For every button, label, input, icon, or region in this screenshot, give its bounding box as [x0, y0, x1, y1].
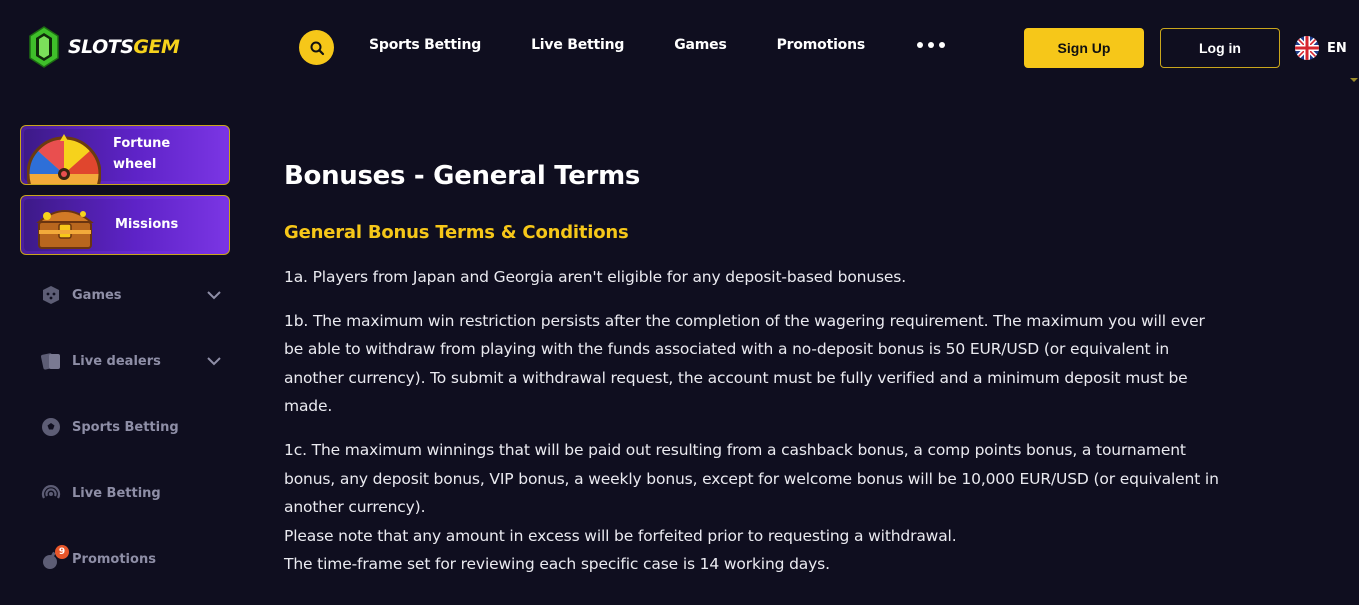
- fortune-wheel-icon: [27, 134, 101, 184]
- terms-paragraph-1b: 1b. The maximum win restriction persists…: [284, 311, 1205, 416]
- terms-paragraph-1a: 1a. Players from Japan and Georgia aren'…: [284, 268, 907, 286]
- uk-flag-icon: [1295, 36, 1319, 60]
- logo-text: SLOTSGEM: [68, 36, 180, 58]
- treasure-chest-icon: [36, 210, 94, 249]
- search-button[interactable]: [299, 30, 334, 65]
- sidebar-item-promotions[interactable]: 9 Promotions: [40, 544, 230, 574]
- page-title: Bonuses - General Terms: [284, 161, 641, 191]
- sidebar-item-games[interactable]: Games: [40, 280, 230, 310]
- scroll-up-arrow-icon[interactable]: [1350, 78, 1358, 82]
- terms-paragraph-1c: 1c. The maximum winnings that will be pa…: [284, 436, 1224, 579]
- nav-live-betting[interactable]: Live Betting: [531, 37, 624, 53]
- sidebar-item-live-betting[interactable]: Live Betting: [40, 478, 230, 508]
- soccer-ball-icon: [40, 416, 62, 438]
- site-logo[interactable]: SLOTSGEM: [28, 26, 180, 68]
- language-code: EN: [1327, 40, 1347, 56]
- sidebar-item-label: Promotions: [72, 551, 156, 567]
- main-nav: Sports Betting Live Betting Games Promot…: [369, 37, 945, 53]
- top-header: SLOTSGEM Sports Betting Live Betting Gam…: [0, 0, 1359, 95]
- terms-paragraph-1c-line: Please note that any amount in excess wi…: [284, 526, 957, 545]
- fortune-wheel-label-line2: wheel: [113, 157, 157, 172]
- nav-games[interactable]: Games: [674, 37, 727, 53]
- cards-icon: [40, 350, 62, 372]
- sidebar-item-label: Games: [72, 287, 122, 303]
- nav-promotions[interactable]: Promotions: [777, 37, 866, 53]
- signup-button[interactable]: Sign Up: [1024, 28, 1144, 68]
- missions-label: Missions: [115, 217, 179, 232]
- dice-icon: [40, 284, 62, 306]
- fortune-wheel-card[interactable]: Fortune wheel: [20, 125, 230, 185]
- language-selector[interactable]: EN: [1295, 36, 1347, 60]
- search-icon: [310, 41, 324, 55]
- chevron-down-icon[interactable]: [206, 288, 222, 302]
- terms-paragraph-1c-line: The time-frame set for reviewing each sp…: [284, 555, 830, 574]
- sidebar-item-label: Live dealers: [72, 353, 161, 369]
- sidebar-item-sports-betting[interactable]: Sports Betting: [40, 412, 230, 442]
- bomb-icon: 9: [40, 545, 69, 570]
- fortune-wheel-label-line1: Fortune: [113, 136, 171, 151]
- sidebar-item-live-dealers[interactable]: Live dealers: [40, 346, 230, 376]
- gem-logo-icon: [29, 26, 59, 68]
- terms-paragraph-1c-line: 1c. The maximum winnings that will be pa…: [284, 440, 1219, 517]
- sidebar-item-label: Sports Betting: [72, 419, 179, 435]
- missions-card[interactable]: Missions: [20, 195, 230, 255]
- sidebar-item-label: Live Betting: [72, 485, 161, 501]
- chevron-down-icon[interactable]: [206, 354, 222, 368]
- main-content: Bonuses - General Terms General Bonus Te…: [284, 150, 1224, 579]
- broadcast-icon: [40, 482, 62, 504]
- login-button[interactable]: Log in: [1160, 28, 1280, 68]
- section-title: General Bonus Terms & Conditions: [284, 222, 629, 243]
- nav-sports-betting[interactable]: Sports Betting: [369, 37, 481, 53]
- more-menu-icon[interactable]: [917, 42, 945, 48]
- promotions-count-badge: 9: [55, 545, 69, 559]
